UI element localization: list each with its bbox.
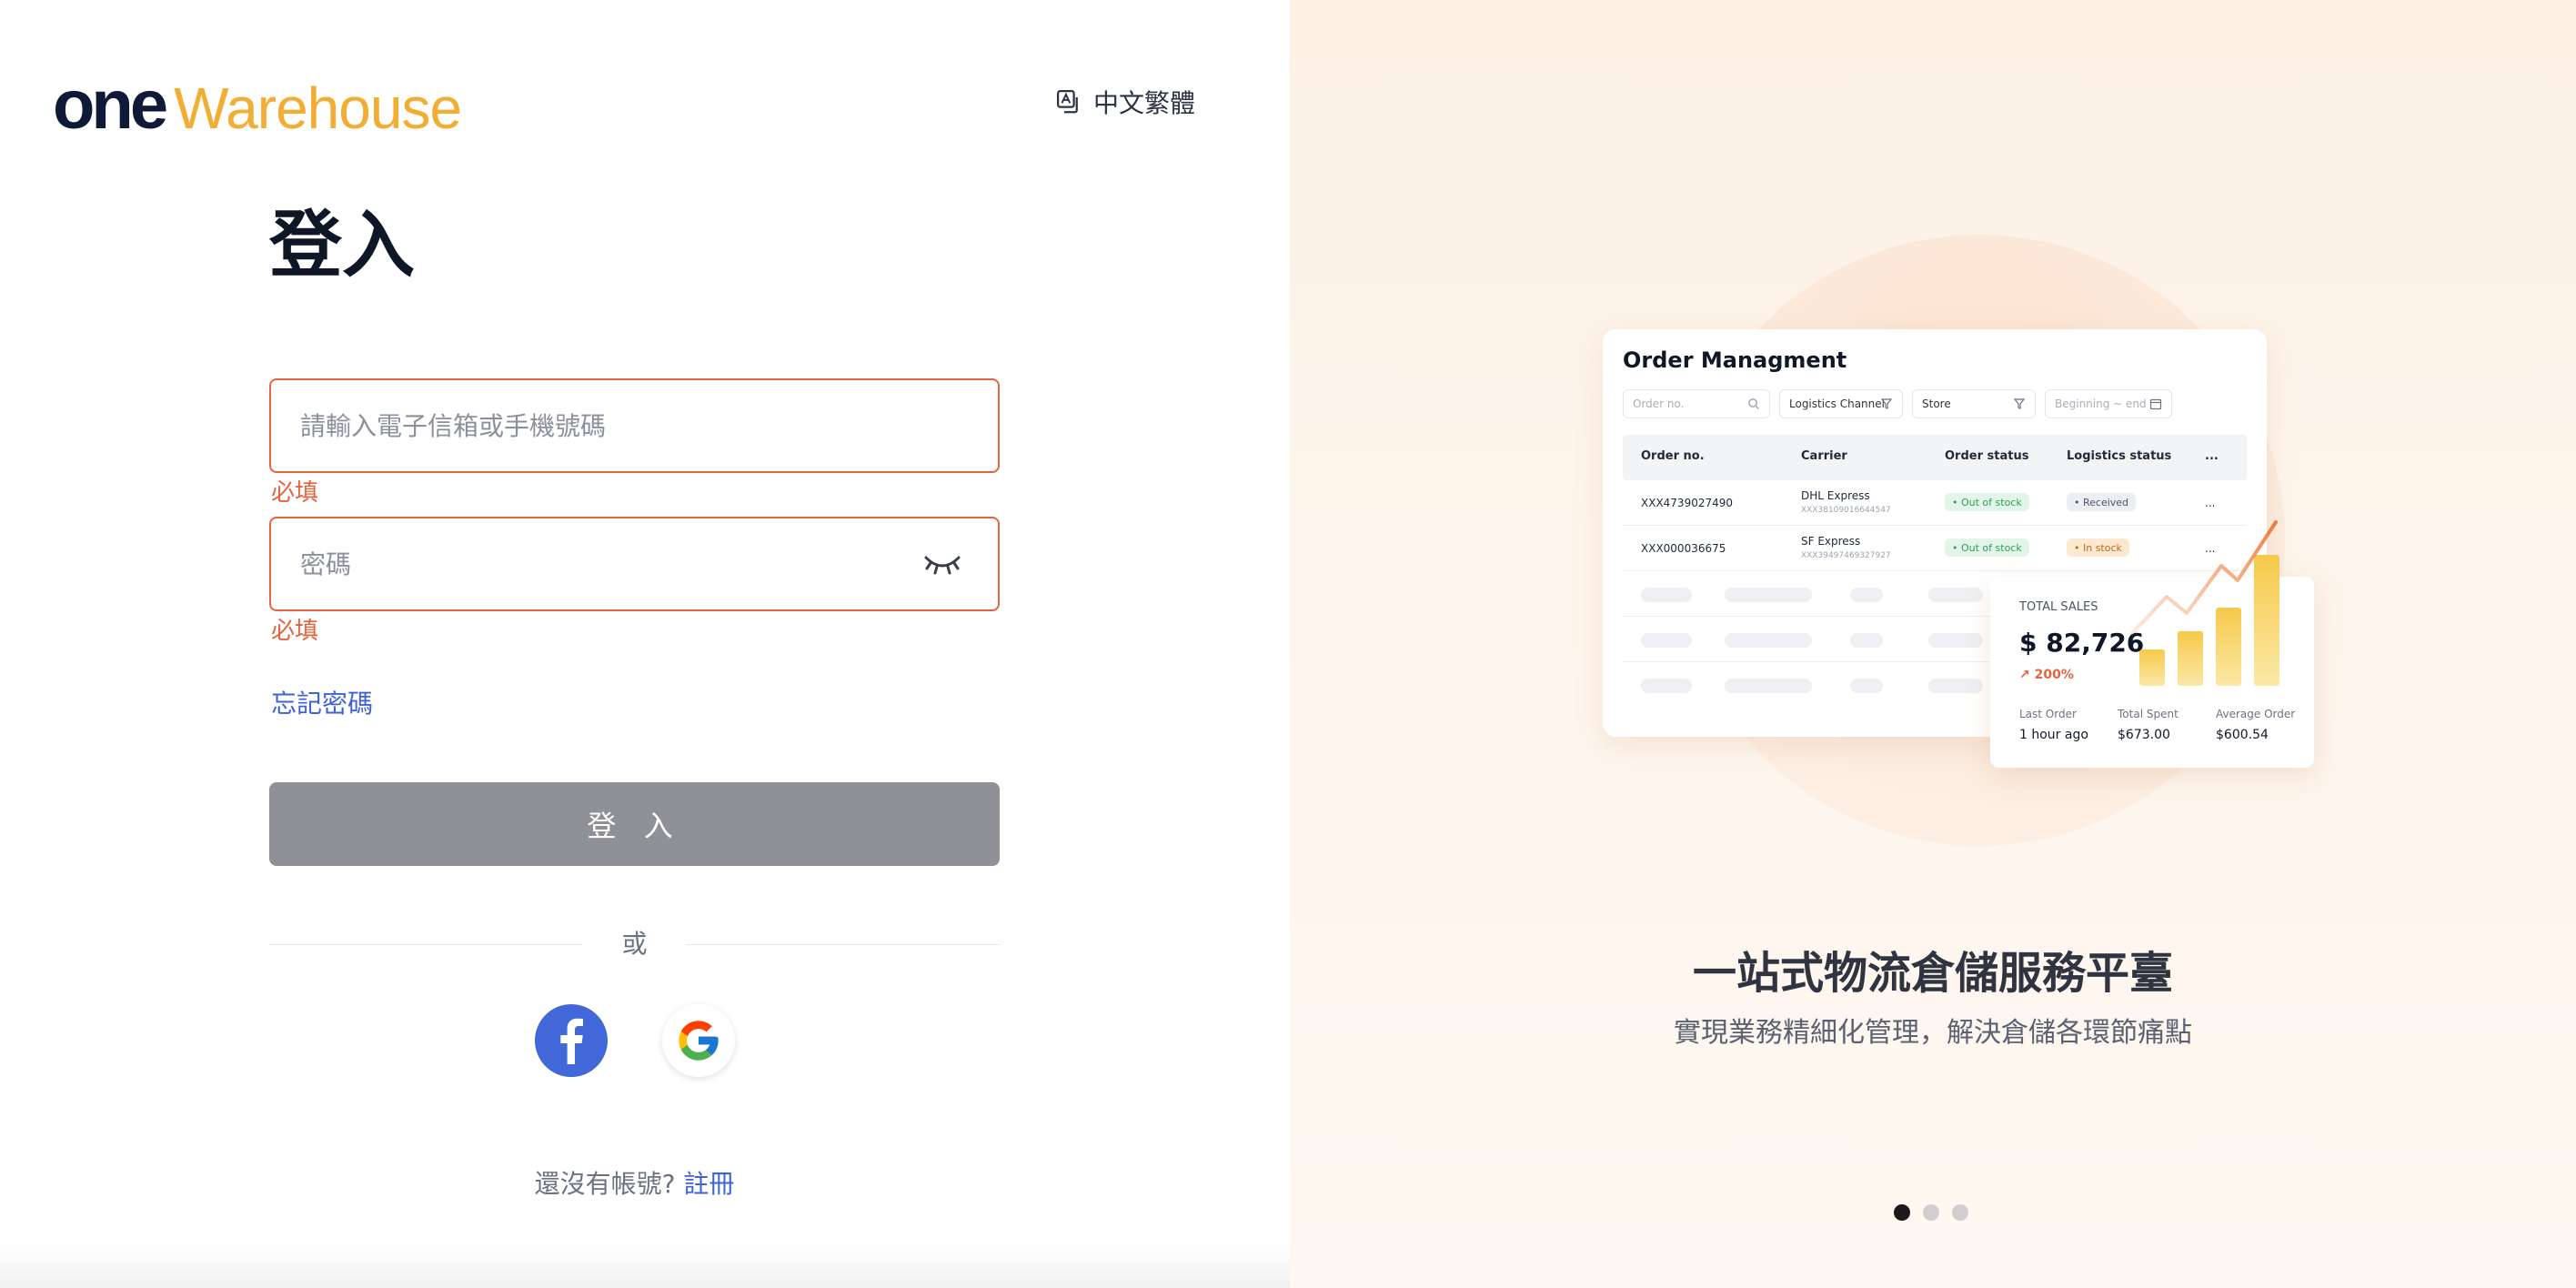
- row-more: ...: [2205, 497, 2216, 509]
- login-button[interactable]: 登 入: [269, 782, 1000, 866]
- email-input[interactable]: [271, 380, 998, 471]
- calendar-icon: [2149, 398, 2162, 410]
- language-label: 中文繁體: [1093, 88, 1196, 118]
- column-header: Order status: [1945, 449, 2029, 463]
- forgot-password-link[interactable]: 忘記密碼: [271, 688, 373, 720]
- filter-label: Store: [1922, 397, 1951, 410]
- sales-bar-chart-illustration: [2130, 520, 2279, 686]
- google-login-button[interactable]: [662, 1004, 735, 1077]
- signup-prompt: 還沒有帳號? 註冊: [269, 1166, 1000, 1202]
- google-icon: [679, 1021, 719, 1061]
- column-header: Order no.: [1641, 449, 1705, 463]
- filter-date-range: Beginning ~ end: [2045, 389, 2172, 418]
- skeleton-bar: [1928, 633, 1983, 648]
- facebook-login-button[interactable]: [535, 1004, 608, 1077]
- signup-link[interactable]: 註冊: [683, 1169, 734, 1199]
- skeleton-bar: [1725, 588, 1812, 602]
- logo: one Warehouse: [53, 66, 462, 144]
- carrier: DHL Express: [1801, 489, 1870, 502]
- divider-line-right: [686, 944, 1000, 945]
- skeleton-bar: [1850, 633, 1883, 648]
- skeleton-bar: [1850, 679, 1883, 693]
- sales-change: ↗ 200%: [2019, 668, 2074, 682]
- tracking-number: XXX39497469327927: [1801, 551, 1891, 560]
- carousel-dot-2[interactable]: [1923, 1204, 1939, 1221]
- stat-label: Total Spent: [2118, 708, 2179, 720]
- column-header: Logistics status: [2067, 449, 2172, 463]
- funnel-icon: [2013, 398, 2026, 409]
- chart-bar: [2216, 608, 2241, 686]
- carousel-dots: [1894, 1204, 1968, 1221]
- filter-order-no: Order no.: [1623, 389, 1770, 418]
- order-status-badge: • Out of stock: [1945, 538, 2029, 557]
- filter-logistics-channel: Logistics Channel: [1779, 389, 1903, 418]
- skeleton-bar: [1850, 588, 1883, 602]
- language-switcher[interactable]: 中文繁體: [1055, 84, 1195, 120]
- facebook-icon: [560, 1018, 583, 1064]
- search-icon: [1748, 398, 1759, 409]
- skeleton-bar: [1641, 633, 1692, 648]
- carousel-dot-3[interactable]: [1952, 1204, 1968, 1221]
- logo-one: one: [53, 66, 168, 144]
- password-input[interactable]: [271, 518, 998, 609]
- password-error: 必填: [271, 618, 319, 645]
- tracking-number: XXX38109016644547: [1801, 506, 1891, 515]
- password-field-wrapper: [269, 517, 1000, 611]
- stat-label: Last Order: [2019, 708, 2077, 720]
- filter-label: Logistics Channel: [1789, 397, 1885, 410]
- login-panel: one Warehouse 中文繁體 登入 必填 必填 忘記密碼 登 入 或: [0, 0, 1290, 1288]
- logistics-status-badge: • In stock: [2067, 538, 2129, 557]
- skeleton-bar: [1641, 588, 1692, 602]
- funnel-icon: [1880, 398, 1893, 409]
- order-number: XXX000036675: [1641, 542, 1726, 555]
- chart-bar: [2254, 555, 2279, 686]
- chart-bar: [2178, 631, 2203, 686]
- email-error: 必填: [271, 479, 319, 507]
- column-header: Carrier: [1801, 449, 1847, 463]
- carrier: SF Express: [1801, 535, 1861, 548]
- skeleton-bar: [1725, 679, 1812, 693]
- table-header: Order no. Carrier Order status Logistics…: [1623, 435, 2247, 480]
- skeleton-bar: [1928, 679, 1983, 693]
- translate-icon: [1057, 90, 1078, 114]
- card-title: Order Managment: [1623, 347, 1847, 373]
- sales-value: $ 82,726: [2019, 628, 2145, 658]
- stat-value: $600.54: [2216, 728, 2269, 742]
- page-title: 登入: [269, 203, 415, 287]
- sales-label: TOTAL SALES: [2019, 600, 2098, 614]
- logistics-status-badge: • Received: [2067, 493, 2137, 511]
- order-number: XXX4739027490: [1641, 497, 1734, 509]
- stat-label: Average Order: [2216, 708, 2296, 720]
- promo-subline: 實現業務精細化管理，解決倉儲各環節痛點: [1674, 1017, 2192, 1049]
- email-field-wrapper: [269, 378, 1000, 473]
- skeleton-bar: [1725, 633, 1812, 648]
- chart-bar: [2139, 649, 2165, 686]
- stat-value: $673.00: [2118, 728, 2170, 742]
- skeleton-bar: [1641, 679, 1692, 693]
- or-divider: 或: [269, 928, 1000, 961]
- column-header: ...: [2205, 449, 2219, 463]
- order-status-badge: • Out of stock: [1945, 493, 2029, 511]
- eye-closed-icon[interactable]: [923, 550, 961, 578]
- stat-value: 1 hour ago: [2019, 728, 2088, 742]
- logo-warehouse: Warehouse: [174, 75, 462, 141]
- promo-panel: Order Managment Order no. Logistics Chan…: [1290, 0, 2576, 1288]
- filter-label: Beginning ~ end: [2055, 397, 2147, 410]
- bottom-shadow: [0, 1244, 1290, 1288]
- filter-label: Order no.: [1633, 397, 1685, 410]
- carousel-dot-1[interactable]: [1894, 1204, 1910, 1221]
- filter-store: Store: [1912, 389, 2036, 418]
- skeleton-bar: [1928, 588, 1983, 602]
- promo-headline: 一站式物流倉儲服務平臺: [1692, 948, 2173, 999]
- signup-text: 還沒有帳號?: [534, 1169, 676, 1199]
